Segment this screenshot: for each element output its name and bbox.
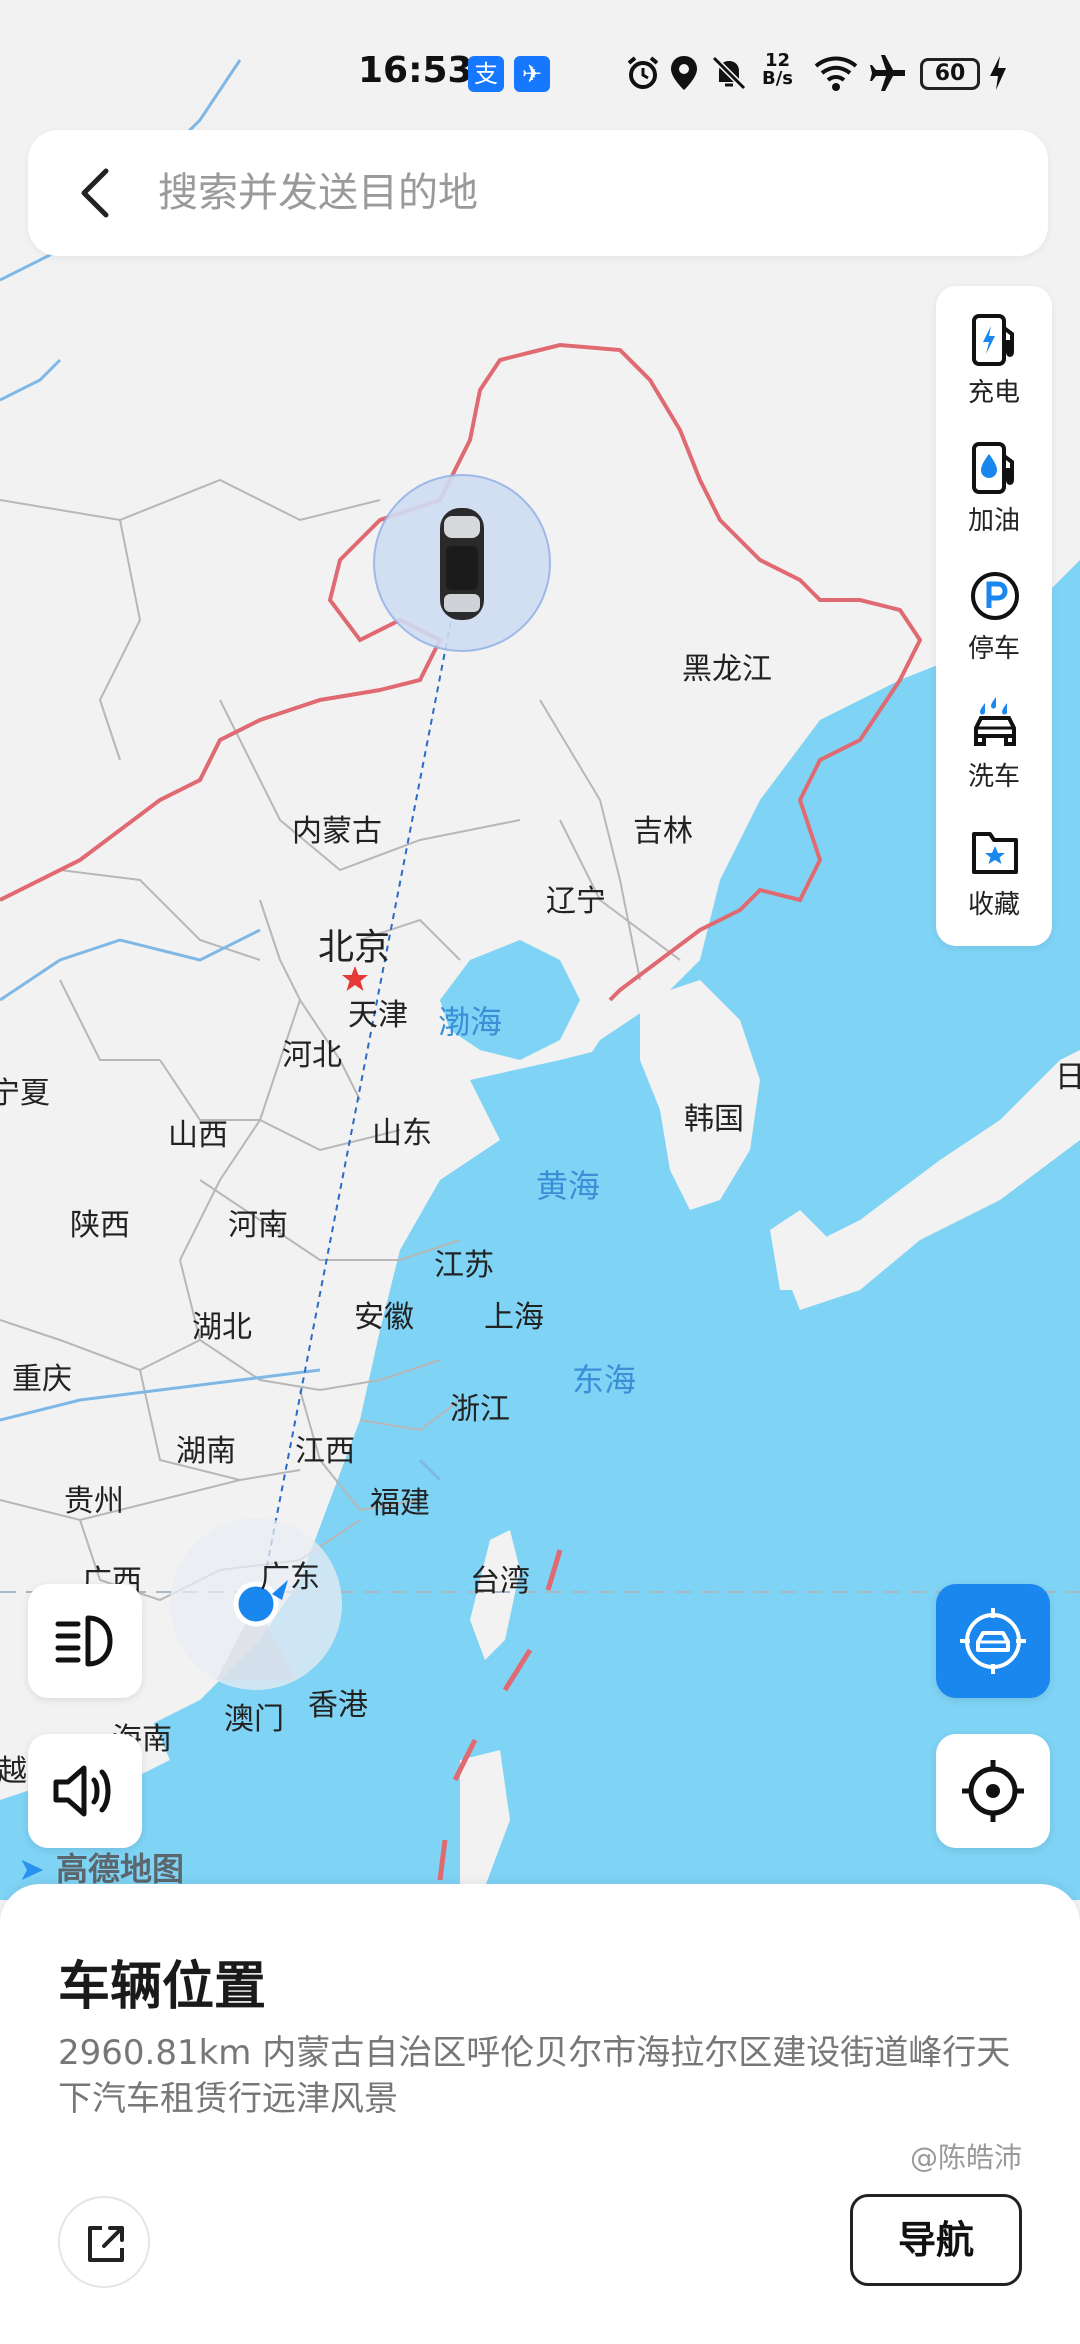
status-bar: 16:53 支 ✈ 12 B/s 60: [0, 44, 1080, 104]
map-label-bohai: 渤海: [437, 1003, 503, 1041]
speaker-icon: [53, 1765, 111, 1817]
map-label-jiangxi: 江西: [295, 1434, 355, 1469]
map-label-shanxi: 山西: [168, 1118, 228, 1153]
poi-tool-panel: 充电 加油 停车 洗车 收藏: [936, 286, 1052, 946]
tool-fuel-label: 加油: [967, 506, 1020, 536]
map-label-jiangsu: 江苏: [434, 1248, 494, 1283]
wifi-icon: [814, 56, 858, 91]
vehicle-address: 2960.81km 内蒙古自治区呼伦贝尔市海拉尔区建设街道峰行天下汽车租赁行远津…: [58, 2033, 1011, 2119]
share-icon: [88, 2226, 124, 2262]
car-wash-icon: [974, 696, 1016, 746]
map-label-shanghai: 上海: [484, 1300, 544, 1335]
back-arrow-icon[interactable]: [68, 163, 128, 223]
map-label-yellow-sea: 黄海: [535, 1167, 601, 1205]
charging-icon: [990, 56, 1006, 90]
map-label-taiwan: 台湾: [470, 1564, 530, 1599]
map-label-liaoning: 辽宁: [546, 884, 606, 919]
rivers: [0, 59, 442, 1482]
map-label-yue: 越: [0, 1754, 27, 1789]
parking-icon: [971, 572, 1019, 620]
fuel-icon: [972, 442, 1014, 494]
tool-favorites[interactable]: 收藏: [936, 802, 1052, 930]
map-canvas[interactable]: 黑龙江 内蒙古 吉林 辽宁 北京 天津 河北 宁夏 山西 山东 韩国 陕西 河南…: [0, 0, 1080, 1900]
headlight-button[interactable]: [28, 1584, 142, 1698]
favorites-icon: [972, 832, 1018, 874]
alipay-icon: 支: [468, 56, 504, 92]
tool-carwash-label: 洗车: [967, 762, 1020, 792]
sheet-title: 车辆位置: [58, 1957, 267, 2017]
tool-parking-label: 停车: [967, 634, 1020, 664]
map-label-jilin: 吉林: [633, 814, 693, 849]
vehicle-focus-icon: [960, 1608, 1026, 1674]
map-label-japan: 日: [1055, 1060, 1080, 1095]
battery-indicator: 60: [920, 58, 980, 90]
tool-favorites-label: 收藏: [967, 890, 1020, 920]
charging-station-icon: [972, 314, 1014, 366]
map-label-beijing: 北京: [317, 927, 391, 968]
map-label-hongkong: 香港: [308, 1688, 368, 1723]
status-time: 16:53: [358, 50, 473, 91]
map-label-macau: 澳门: [224, 1702, 284, 1737]
network-speed-unit: B/s: [762, 68, 794, 89]
map-label-henan: 河南: [228, 1208, 288, 1243]
map-label-guizhou: 贵州: [64, 1484, 124, 1519]
map-label-zhejiang: 浙江: [450, 1392, 510, 1427]
navigate-button[interactable]: 导航: [850, 2194, 1022, 2286]
map-label-east-sea: 东海: [571, 1361, 637, 1399]
map-label-shaanxi: 陕西: [70, 1208, 130, 1243]
share-button[interactable]: [58, 2196, 150, 2288]
location-icon: [671, 56, 697, 90]
map-label-heilongjiang: 黑龙江: [682, 652, 772, 687]
crosshair-icon: [962, 1760, 1024, 1822]
car-marker-icon[interactable]: [436, 506, 488, 622]
horn-button[interactable]: [28, 1734, 142, 1848]
tool-fuel[interactable]: 加油: [936, 418, 1052, 546]
network-speed: 12 B/s: [762, 52, 793, 88]
map-label-tianjin: 天津: [348, 998, 408, 1033]
alarm-icon: [627, 56, 659, 89]
search-bar: [28, 130, 1048, 256]
map-label-guangdong: 广东: [260, 1560, 320, 1595]
flight-app-icon: ✈: [514, 56, 550, 92]
tool-charging-label: 充电: [967, 378, 1020, 408]
amap-logo-icon: ➤: [18, 1850, 45, 1888]
map-label-hubei: 湖北: [192, 1310, 252, 1345]
map-label-ningxia: 宁夏: [0, 1076, 50, 1111]
headlight-icon: [55, 1615, 113, 1667]
vehicle-location-sheet: 车辆位置 2960.81km 内蒙古自治区呼伦贝尔市海拉尔区建设街道峰行天下汽车…: [0, 1884, 1080, 2344]
tool-parking[interactable]: 停车: [936, 546, 1052, 674]
map-label-fujian: 福建: [370, 1486, 430, 1521]
map-label-korea: 韩国: [684, 1102, 744, 1137]
mute-icon: [711, 55, 747, 91]
map-label-anhui: 安徽: [354, 1300, 414, 1335]
vehicle-locate-button[interactable]: [936, 1584, 1050, 1698]
map-label-neimenggu: 内蒙古: [292, 814, 382, 849]
my-location-button[interactable]: [936, 1734, 1050, 1848]
tool-carwash[interactable]: 洗车: [936, 674, 1052, 802]
map-label-shandong: 山东: [372, 1116, 432, 1151]
watermark: @陈皓沛: [910, 2141, 1023, 2174]
map-base: [0, 59, 1080, 1900]
map-label-hebei: 河北: [282, 1038, 342, 1073]
search-input[interactable]: [158, 160, 1008, 226]
map-label-chongqing: 重庆: [12, 1362, 72, 1397]
tool-charging[interactable]: 充电: [936, 290, 1052, 418]
map-label-hunan: 湖南: [176, 1434, 236, 1469]
airplane-icon: [870, 55, 905, 91]
attribution-text: 高德地图: [55, 1850, 184, 1888]
